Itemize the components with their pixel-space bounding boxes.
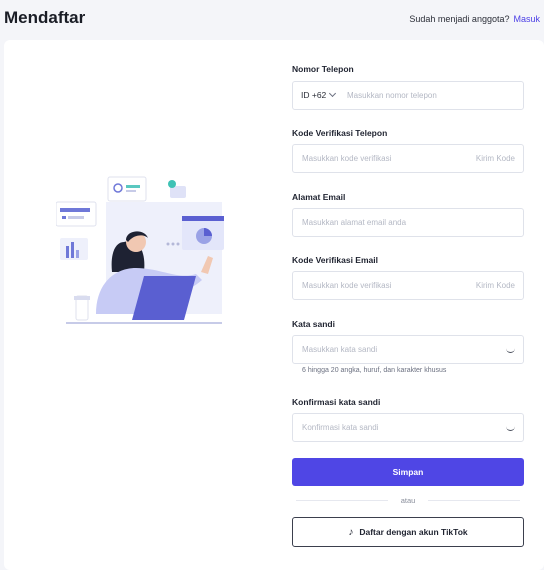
phone-field[interactable]: ID +62 Masukkan nomor telepon xyxy=(292,81,524,110)
confirm-password-label: Konfirmasi kata sandi xyxy=(292,397,381,407)
login-prompt: Sudah menjadi anggota? xyxy=(409,14,510,24)
divider-left xyxy=(296,500,388,501)
confirm-password-placeholder: Konfirmasi kata sandi xyxy=(302,423,379,432)
phone-code-label: Kode Verifikasi Telepon xyxy=(292,128,388,138)
email-code-label: Kode Verifikasi Email xyxy=(292,255,378,265)
email-placeholder: Masukkan alamat email anda xyxy=(302,218,407,227)
chevron-down-icon xyxy=(329,89,337,98)
country-code-select[interactable]: ID +62 xyxy=(301,89,337,100)
login-link[interactable]: Masuk xyxy=(513,14,540,24)
hidden-eye-icon[interactable] xyxy=(506,426,515,431)
page-title: Mendaftar xyxy=(4,8,86,27)
signup-illustration xyxy=(56,176,224,324)
email-code-input[interactable]: Masukkan kode verifikasi Kirim Kode xyxy=(292,271,524,300)
hidden-eye-icon[interactable] xyxy=(506,348,515,353)
phone-code-placeholder: Masukkan kode verifikasi xyxy=(302,154,392,163)
email-label: Alamat Email xyxy=(292,192,346,202)
country-code-value: ID +62 xyxy=(301,90,327,100)
password-hint: 6 hingga 20 angka, huruf, dan karakter k… xyxy=(302,367,447,374)
login-hint: Sudah menjadi anggota? Masuk xyxy=(409,14,540,24)
send-phone-code-button[interactable]: Kirim Kode xyxy=(476,154,515,163)
password-label: Kata sandi xyxy=(292,319,335,329)
tiktok-signup-button[interactable]: ♪ Daftar dengan akun TikTok xyxy=(292,517,524,547)
confirm-password-input[interactable]: Konfirmasi kata sandi xyxy=(292,413,524,442)
email-code-placeholder: Masukkan kode verifikasi xyxy=(302,281,392,290)
tiktok-icon: ♪ xyxy=(348,526,354,538)
header: Mendaftar Sudah menjadi anggota? Masuk xyxy=(0,0,544,40)
phone-label: Nomor Telepon xyxy=(292,64,354,74)
save-button[interactable]: Simpan xyxy=(292,458,524,486)
phone-input-placeholder: Masukkan nomor telepon xyxy=(347,91,437,100)
email-input[interactable]: Masukkan alamat email anda xyxy=(292,208,524,237)
divider-right xyxy=(428,500,520,501)
tiktok-signup-label: Daftar dengan akun TikTok xyxy=(359,527,468,537)
phone-code-input[interactable]: Masukkan kode verifikasi Kirim Kode xyxy=(292,144,524,173)
password-input[interactable]: Masukkan kata sandi xyxy=(292,335,524,364)
send-email-code-button[interactable]: Kirim Kode xyxy=(476,281,515,290)
password-placeholder: Masukkan kata sandi xyxy=(302,345,378,354)
divider-text: atau xyxy=(400,496,416,505)
